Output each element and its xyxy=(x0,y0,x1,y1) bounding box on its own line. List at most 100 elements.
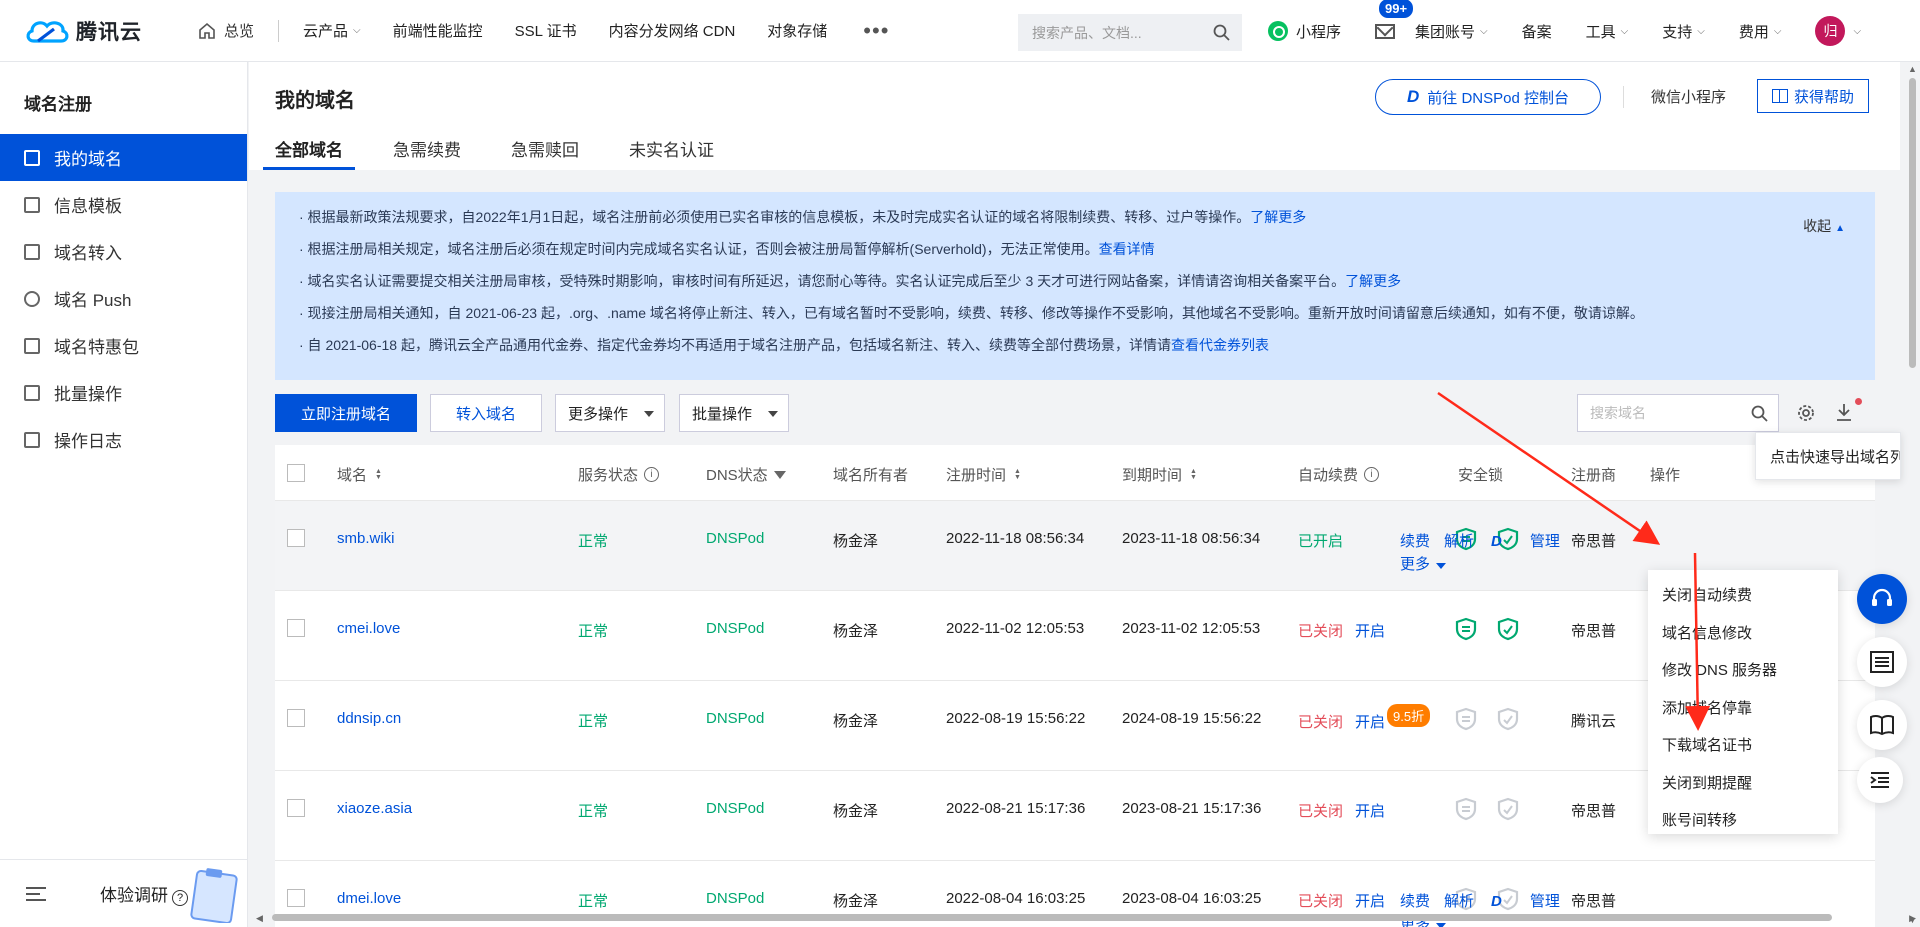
filing-link[interactable]: 备案 xyxy=(1522,21,1552,42)
domain-name-link[interactable]: dmei.love xyxy=(337,890,401,907)
nav-home[interactable]: 总览 xyxy=(198,20,254,41)
shield-transfer-lock-icon[interactable] xyxy=(1497,797,1519,821)
transfer-domain-button[interactable]: 转入域名 xyxy=(430,394,542,432)
row-checkbox[interactable] xyxy=(287,709,305,727)
scroll-up-icon[interactable]: ▲ xyxy=(1908,64,1917,74)
support-menu[interactable]: 支持 ⌵ xyxy=(1662,21,1705,42)
dropdown-item-download-cert[interactable]: 下载域名证书 xyxy=(1648,726,1838,764)
domain-name-link[interactable]: ddnsip.cn xyxy=(337,710,401,727)
horizontal-scroll-thumb[interactable] xyxy=(272,914,1832,921)
tab-need-renew[interactable]: 急需续费 xyxy=(393,134,461,170)
shield-transfer-lock-icon[interactable] xyxy=(1497,617,1519,641)
dnspod-console-button[interactable]: D 前往 DNSPod 控制台 xyxy=(1375,79,1601,115)
dropdown-item-edit-info[interactable]: 域名信息修改 xyxy=(1648,614,1838,652)
domain-search-input[interactable]: 搜索域名 xyxy=(1577,394,1779,432)
more-nav-icon[interactable]: ••• xyxy=(863,18,889,44)
billing-menu[interactable]: 费用 ⌵ xyxy=(1739,21,1782,42)
vertical-scrollbar[interactable]: ▲ ▼ xyxy=(1906,62,1920,927)
sidebar-item-my-domains[interactable]: 我的域名 xyxy=(0,134,247,181)
group-account-menu[interactable]: 99+ 集团账号 ⌵ xyxy=(1375,0,1488,42)
survey-link[interactable]: 体验调研? xyxy=(100,881,188,906)
dropdown-item-add-parking[interactable]: 添加域名停靠 xyxy=(1648,689,1838,727)
mail-icon[interactable] xyxy=(1375,23,1396,39)
dropdown-item-disable-reminder[interactable]: 关闭到期提醒 xyxy=(1648,764,1838,802)
nav-cos[interactable]: 对象存储 xyxy=(767,20,827,41)
miniprogram-link[interactable]: 小程序 xyxy=(1268,21,1341,42)
indent-float-button[interactable] xyxy=(1857,757,1903,803)
shield-lock-icon[interactable] xyxy=(1455,617,1477,641)
sidebar-item-info-template[interactable]: 信息模板 xyxy=(0,181,247,228)
dropdown-item-account-transfer[interactable]: 账号间转移 xyxy=(1648,801,1838,839)
shield-transfer-lock-icon[interactable] xyxy=(1497,707,1519,731)
tab-need-redeem[interactable]: 急需赎回 xyxy=(511,134,579,170)
batch-ops-select[interactable]: 批量操作 xyxy=(679,394,789,432)
row-checkbox[interactable] xyxy=(287,619,305,637)
customer-service-button[interactable] xyxy=(1857,574,1907,624)
col-domain[interactable]: 域名 ▲ ▼ xyxy=(337,464,382,485)
shield-lock-icon[interactable] xyxy=(1455,797,1477,821)
sidebar-item-package[interactable]: 域名特惠包 xyxy=(0,322,247,369)
enable-auto-renew-link[interactable]: 开启 xyxy=(1355,893,1385,910)
tab-unverified[interactable]: 未实名认证 xyxy=(629,134,714,170)
gear-icon[interactable] xyxy=(1797,404,1815,422)
sidebar-item-batch[interactable]: 批量操作 xyxy=(0,369,247,416)
notice-link[interactable]: 查看代金券列表 xyxy=(1171,337,1269,353)
scroll-down-icon[interactable]: ▼ xyxy=(1908,915,1917,925)
nav-ssl[interactable]: SSL 证书 xyxy=(515,20,577,41)
manage-link[interactable]: 管理 xyxy=(1530,533,1560,550)
horizontal-scrollbar[interactable]: ◀ ▶ xyxy=(256,913,1920,923)
col-dns[interactable]: DNS状态 xyxy=(706,464,786,485)
dropdown-item-disable-autorenew[interactable]: 关闭自动续费 xyxy=(1648,576,1838,614)
download-icon[interactable] xyxy=(1835,402,1853,422)
nav-cloud-products[interactable]: 云产品 ⌵ xyxy=(303,20,361,41)
tools-menu[interactable]: 工具 ⌵ xyxy=(1586,21,1629,42)
col-exp-time[interactable]: 到期时间 ▲ ▼ xyxy=(1122,464,1197,485)
resolve-link[interactable]: 解析 D xyxy=(1444,893,1516,910)
more-actions-button[interactable]: 更多 xyxy=(1400,553,1447,574)
renew-link[interactable]: 续费 xyxy=(1400,533,1430,550)
sidebar-item-push[interactable]: 域名 Push xyxy=(0,275,247,322)
more-ops-select[interactable]: 更多操作 xyxy=(555,394,665,432)
domain-name-link[interactable]: smb.wiki xyxy=(337,530,395,547)
help-button[interactable]: 获得帮助 xyxy=(1757,79,1869,113)
docs-float-button[interactable] xyxy=(1857,700,1907,750)
row-checkbox[interactable] xyxy=(287,799,305,817)
vertical-scroll-thumb[interactable] xyxy=(1909,78,1916,368)
collapse-notice-button[interactable]: 收起 ▲ xyxy=(1803,216,1845,236)
search-icon[interactable] xyxy=(1213,24,1230,41)
nav-frontend-monitor[interactable]: 前端性能监控 xyxy=(393,20,483,41)
collapse-menu-icon[interactable] xyxy=(26,886,46,901)
shield-lock-icon[interactable] xyxy=(1455,707,1477,731)
user-menu[interactable]: 归 ⌵ xyxy=(1815,16,1861,46)
renew-link[interactable]: 续费 xyxy=(1400,893,1430,910)
col-reg-time[interactable]: 注册时间 ▲ ▼ xyxy=(946,464,1021,485)
domain-name-link[interactable]: xiaoze.asia xyxy=(337,800,412,817)
wechat-mini-link[interactable]: 微信小程序 xyxy=(1651,86,1726,107)
enable-auto-renew-link[interactable]: 开启 xyxy=(1355,803,1385,820)
sidebar-item-transfer-in[interactable]: 域名转入 xyxy=(0,228,247,275)
enable-auto-renew-link[interactable]: 开启 xyxy=(1355,623,1385,640)
info-icon[interactable]: i xyxy=(644,467,660,482)
avatar[interactable]: 归 xyxy=(1815,16,1846,46)
row-checkbox[interactable] xyxy=(287,529,305,547)
search-icon[interactable] xyxy=(1751,405,1768,422)
dropdown-item-edit-dns[interactable]: 修改 DNS 服务器 xyxy=(1648,651,1838,689)
global-search-input[interactable]: 搜索产品、文档... xyxy=(1018,14,1242,51)
info-icon[interactable]: i xyxy=(1364,467,1380,482)
manage-link[interactable]: 管理 xyxy=(1530,893,1560,910)
enable-auto-renew-link[interactable]: 开启 xyxy=(1355,714,1385,731)
domain-name-link[interactable]: cmei.love xyxy=(337,620,400,637)
resolve-link[interactable]: 解析 D xyxy=(1444,533,1516,550)
notice-link[interactable]: 了解更多 xyxy=(1345,273,1401,289)
tencent-cloud-logo[interactable]: 腾讯云 xyxy=(24,16,154,46)
register-domain-button[interactable]: 立即注册域名 xyxy=(275,394,417,432)
notice-link[interactable]: 查看详情 xyxy=(1099,241,1155,257)
nav-cdn[interactable]: 内容分发网络 CDN xyxy=(609,20,736,41)
sidebar-item-log[interactable]: 操作日志 xyxy=(0,416,247,463)
row-checkbox[interactable] xyxy=(287,889,305,907)
list-float-button[interactable] xyxy=(1857,637,1907,687)
scroll-left-icon[interactable]: ◀ xyxy=(256,913,263,924)
tab-all-domains[interactable]: 全部域名 xyxy=(263,134,355,170)
select-all-checkbox[interactable] xyxy=(287,464,305,482)
notice-link[interactable]: 了解更多 xyxy=(1250,209,1306,225)
